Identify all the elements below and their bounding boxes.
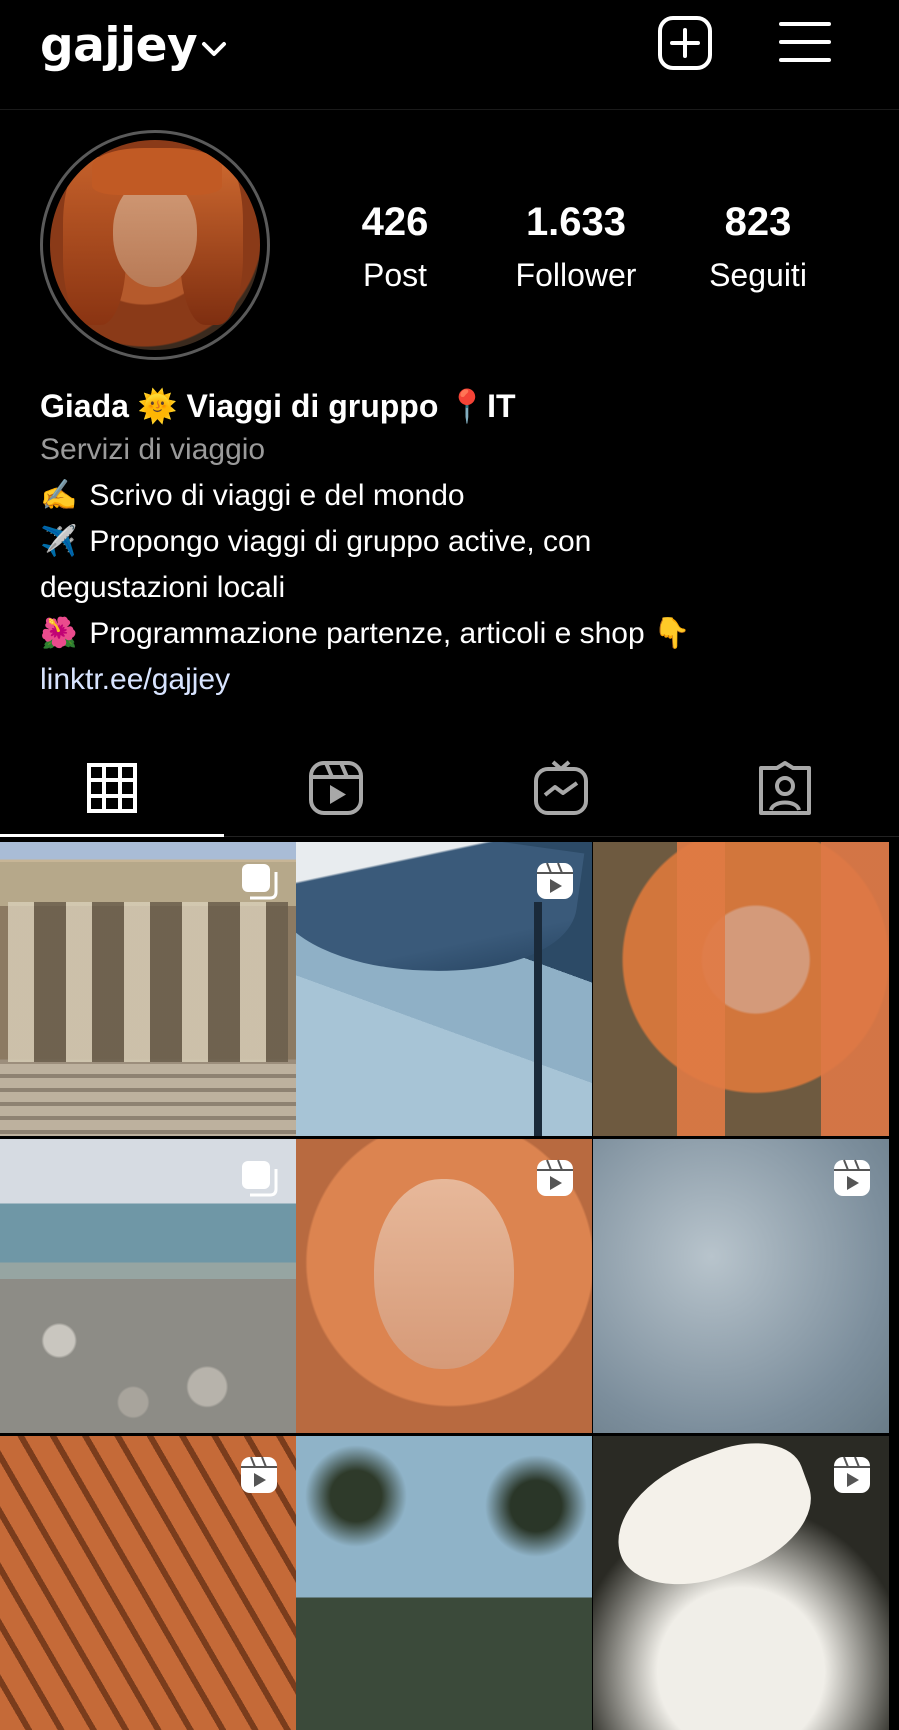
tagged-icon [759,761,811,815]
tab-grid[interactable] [0,740,224,836]
following-label: Seguiti [709,257,807,293]
post-thumbnail[interactable] [296,842,592,1136]
following-count: 823 [724,200,792,244]
menu-icon[interactable] [778,18,832,66]
avatar-image [50,140,260,350]
stat-followers[interactable]: 1.633 Follower [491,200,661,294]
post-thumbnail[interactable] [0,1436,296,1730]
tab-divider [224,836,899,837]
followers-count: 1.633 [525,200,627,244]
active-tab-indicator [0,834,224,837]
post-thumbnail[interactable] [296,1436,592,1730]
chevron-down-icon[interactable] [200,38,228,60]
profile-tabs [0,740,899,840]
posts-label: Post [362,257,428,293]
posts-count: 426 [361,200,429,244]
username-title[interactable]: gajjey [40,18,198,73]
profile-avatar[interactable] [40,130,270,360]
tab-tagged[interactable] [673,740,897,836]
reels-icon [309,761,363,815]
post-thumbnail[interactable] [593,842,889,1136]
igtv-icon [534,760,588,815]
display-name: Giada 🌞 Viaggi di gruppo 📍IT [40,388,516,424]
post-thumbnail[interactable] [593,1436,889,1730]
reel-icon [537,1159,573,1196]
post-thumbnail[interactable] [593,1139,889,1433]
reel-icon [241,1456,277,1493]
post-thumbnail[interactable] [296,1139,592,1433]
bio-line: ✈️ Propongo viaggi di gruppo active, con [40,525,592,558]
profile-bio: Giada 🌞 Viaggi di gruppo 📍IT Servizi di … [40,385,880,703]
tab-igtv[interactable] [449,740,673,836]
reel-icon [834,1159,870,1196]
carousel-icon [242,864,278,900]
bio-line: ✍️ Scrivo di viaggi e del mondo [40,479,465,512]
bio-line: degustazioni locali [40,571,286,604]
category-label: Servizi di viaggio [40,433,266,466]
stat-posts[interactable]: 426 Post [310,200,480,294]
followers-label: Follower [515,257,637,293]
carousel-icon [242,1161,278,1197]
bio-link[interactable]: linktr.ee/gajjey [40,657,880,703]
top-bar: gajjey [0,0,899,110]
bio-line: 🌺 Programmazione partenze, articoli e sho… [40,617,691,650]
post-thumbnail[interactable] [0,1139,296,1433]
post-thumbnail[interactable] [0,842,296,1136]
reel-icon [537,862,573,899]
tab-reels[interactable] [224,740,448,836]
grid-icon [87,763,137,813]
new-post-icon[interactable] [656,14,714,72]
reel-icon [834,1456,870,1493]
stat-following[interactable]: 823 Seguiti [673,200,843,294]
